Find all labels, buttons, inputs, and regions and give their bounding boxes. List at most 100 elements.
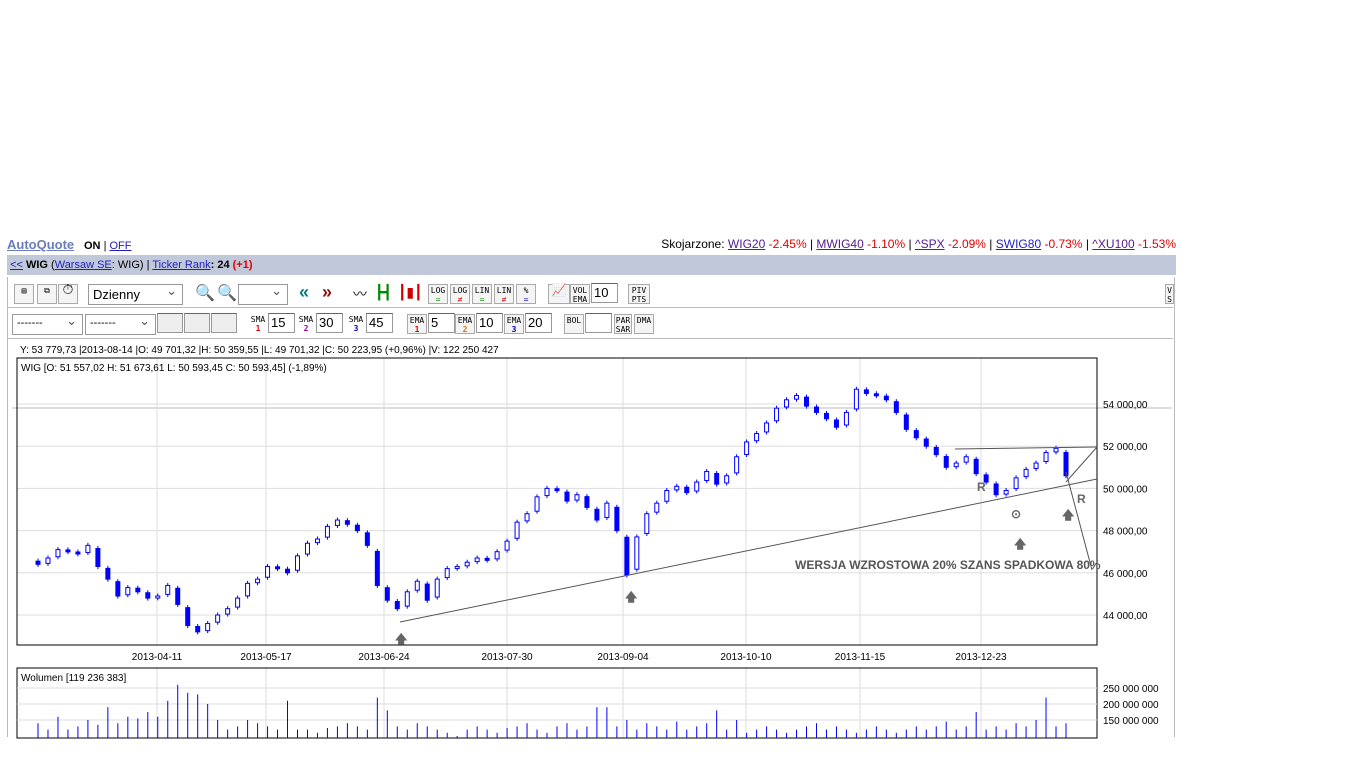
candle xyxy=(494,551,500,560)
candle xyxy=(554,488,560,492)
candle xyxy=(35,560,41,565)
candle xyxy=(734,456,740,474)
candle xyxy=(674,485,680,491)
candle xyxy=(155,595,161,599)
candle xyxy=(804,396,810,407)
candle xyxy=(1043,452,1049,462)
candle xyxy=(664,490,670,502)
candle xyxy=(85,544,91,554)
candle xyxy=(564,491,570,502)
candle xyxy=(245,582,251,597)
candle xyxy=(843,411,849,426)
candle xyxy=(754,433,760,442)
y-tick-label: 44 000,00 xyxy=(1103,611,1148,622)
candle xyxy=(95,548,101,567)
x-tick-label: 2013-10-10 xyxy=(720,652,772,663)
y-tick-label: 48 000,00 xyxy=(1103,527,1148,538)
candle xyxy=(594,508,600,521)
candle xyxy=(903,414,909,430)
candle xyxy=(694,481,700,492)
candle xyxy=(744,441,750,456)
projection-up xyxy=(1065,446,1098,483)
candle xyxy=(454,565,460,569)
candle xyxy=(774,407,780,422)
candle xyxy=(464,561,470,567)
candle xyxy=(794,395,800,400)
candle xyxy=(684,486,690,494)
y-tick-label: 54 000,00 xyxy=(1103,400,1148,411)
candle xyxy=(644,513,650,534)
arrow-up-icon: 🡅 xyxy=(1062,508,1075,522)
candle xyxy=(813,406,819,413)
candle xyxy=(784,399,790,408)
candle xyxy=(215,614,221,623)
r-label: R xyxy=(977,480,986,494)
candle xyxy=(1053,447,1059,453)
candle xyxy=(285,568,291,574)
candle xyxy=(953,462,959,468)
candle xyxy=(823,412,829,420)
candle xyxy=(484,557,490,561)
candle xyxy=(724,475,730,484)
candle xyxy=(973,458,979,475)
candle xyxy=(514,521,520,539)
candle xyxy=(65,549,71,553)
candle xyxy=(963,456,969,463)
candle xyxy=(384,587,390,601)
price-legend: WIG [O: 51 557,02 H: 51 673,61 L: 50 593… xyxy=(21,363,327,374)
candle xyxy=(923,438,929,447)
candle xyxy=(364,532,370,546)
candle xyxy=(424,583,430,601)
candle xyxy=(394,600,400,610)
candle xyxy=(764,422,770,433)
candle xyxy=(893,401,899,413)
y-tick-label: 46 000,00 xyxy=(1103,569,1148,580)
candle xyxy=(704,471,710,481)
volume-tick-label: 200 000 000 xyxy=(1103,700,1159,711)
price-chart[interactable]: 44 000,00 46 000,00 48 000,00 50 000,00 52 0… xyxy=(0,0,1366,768)
x-tick-label: 2013-05-17 xyxy=(240,652,292,663)
x-tick-label: 2013-07-30 xyxy=(481,652,533,663)
candle xyxy=(275,566,281,570)
candle xyxy=(873,393,879,397)
candle xyxy=(574,494,580,501)
candle xyxy=(933,446,939,456)
candle xyxy=(1023,468,1029,478)
candle xyxy=(524,513,530,522)
volume-tick-label: 250 000 000 xyxy=(1103,684,1159,695)
candle xyxy=(45,557,51,564)
candle xyxy=(294,555,300,571)
candle xyxy=(185,607,191,627)
volume-tick-label: 150 000 000 xyxy=(1103,716,1159,727)
candle xyxy=(544,487,550,497)
arrow-up-icon: 🡅 xyxy=(1014,537,1027,551)
candle xyxy=(175,587,181,605)
candle xyxy=(115,581,121,597)
candle xyxy=(344,520,350,525)
trendline-resistance xyxy=(954,446,1098,450)
x-tick-label: 2013-09-04 xyxy=(597,652,649,663)
candle xyxy=(135,587,141,593)
x-tick-label: 2013-06-24 xyxy=(358,652,410,663)
candle xyxy=(414,580,420,591)
candle xyxy=(1003,490,1009,495)
candle xyxy=(165,584,171,595)
candle xyxy=(404,591,410,607)
candle xyxy=(354,524,360,532)
candle xyxy=(604,502,610,519)
candle xyxy=(434,578,440,598)
candle xyxy=(993,483,999,496)
candle xyxy=(265,565,271,578)
x-tick-label: 2013-11-15 xyxy=(835,652,886,663)
volume-legend: Wolumen [119 236 383] xyxy=(21,673,126,684)
candle xyxy=(853,388,859,410)
candle xyxy=(624,536,630,576)
candle xyxy=(943,456,949,468)
candle xyxy=(534,496,540,512)
candle xyxy=(1033,462,1039,469)
candle xyxy=(334,519,340,526)
candle xyxy=(255,578,261,584)
candle xyxy=(833,419,839,428)
candle xyxy=(913,430,919,439)
candle xyxy=(1013,477,1019,490)
